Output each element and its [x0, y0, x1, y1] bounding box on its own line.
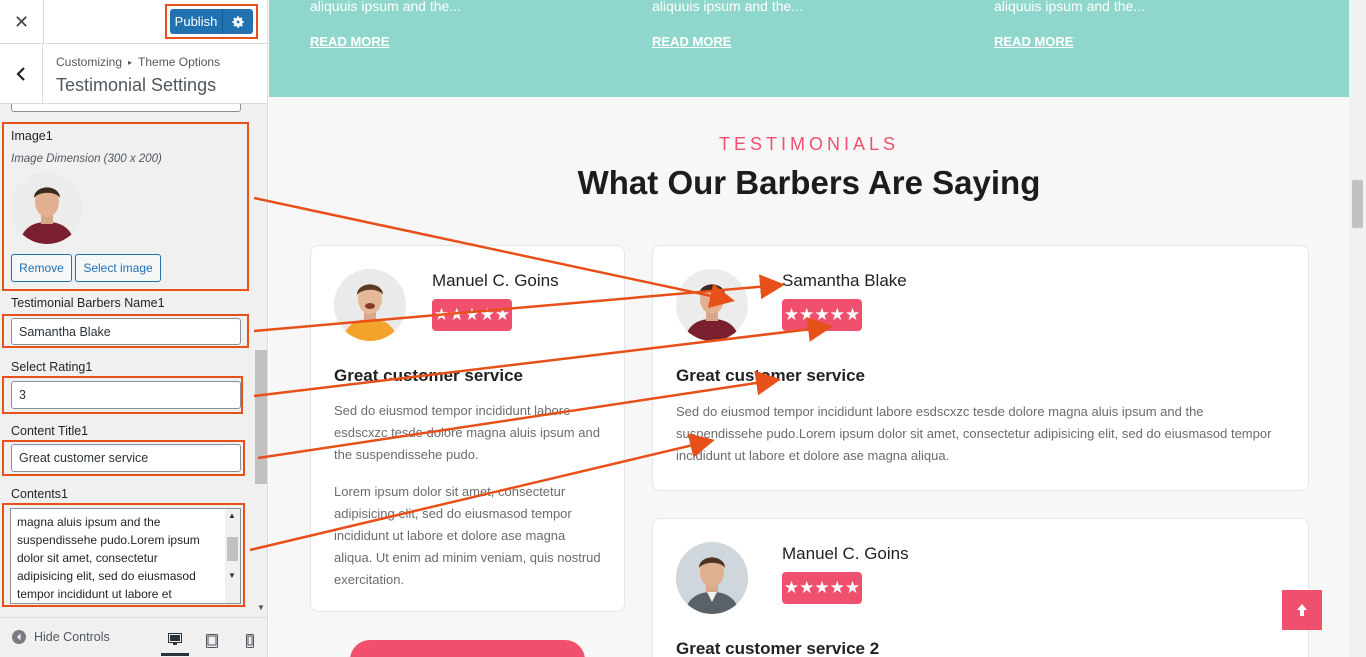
testimonial-body: Sed do eiusmod tempor incididunt labore …	[676, 404, 1272, 463]
breadcrumb-root: Customizing	[56, 55, 123, 69]
hide-controls-button[interactable]: Hide Controls	[12, 630, 110, 644]
testimonial-body: Lorem ipsum dolor sit amet, consectetur …	[334, 484, 601, 587]
sidebar-scrollbar[interactable]: ▼	[254, 104, 267, 616]
testimonial-name: Manuel C. Goins	[782, 544, 909, 563]
rating-stars: ★★★★★	[782, 299, 862, 331]
name-label: Testimonial Barbers Name1	[11, 296, 165, 310]
read-more-link[interactable]: READ MORE	[310, 34, 389, 49]
testimonial-card: Manuel C. Goins ★★★★★ Great customer ser…	[310, 245, 625, 612]
breadcrumb-parent: Theme Options	[138, 55, 221, 69]
content-title-label: Content Title1	[11, 424, 89, 438]
barber-name-input[interactable]: Samantha Blake	[11, 318, 241, 345]
customizer-footer: Hide Controls	[0, 617, 267, 657]
section-title: Testimonial Settings	[56, 75, 217, 95]
testimonial-title: Great customer service 2	[676, 639, 880, 657]
testimonial-card: Samantha Blake ★★★★★ Great customer serv…	[652, 245, 1309, 491]
testimonial-name: Manuel C. Goins	[432, 271, 559, 290]
controls-panel: Image1 Image Dimension (300 x 200) Remov…	[0, 104, 267, 616]
testimonial-title: Great customer service	[676, 366, 865, 385]
close-customizer-button[interactable]: ✕	[0, 0, 44, 44]
publish-highlight: Publish	[165, 4, 258, 39]
image-label: Image1	[11, 129, 53, 143]
previous-input[interactable]	[11, 104, 241, 112]
site-preview: aliquuis ipsum and the... aliquuis ipsum…	[269, 0, 1349, 657]
publish-label[interactable]: Publish	[170, 9, 223, 34]
rating-stars: ★★★★★	[432, 299, 512, 331]
rating-stars: ★★★★★	[782, 572, 862, 604]
customizer-header: ✕ Publish	[0, 0, 267, 44]
close-icon: ✕	[13, 11, 30, 32]
post-excerpt: aliquuis ipsum and the...	[310, 0, 461, 14]
textarea-scrollbar[interactable]: ▲ ▼	[225, 509, 240, 603]
scroll-down-icon[interactable]: ▼	[228, 571, 236, 580]
page-scrollbar[interactable]	[1349, 0, 1366, 657]
content-title-input[interactable]: Great customer service	[11, 444, 241, 472]
testimonial-image-thumbnail	[11, 172, 83, 244]
scroll-down-icon[interactable]: ▼	[257, 603, 265, 612]
page-scroll-thumb[interactable]	[1352, 180, 1363, 228]
publish-button[interactable]: Publish	[170, 9, 253, 34]
scroll-up-icon[interactable]: ▲	[228, 511, 236, 520]
textarea-scroll-thumb[interactable]	[227, 537, 238, 561]
gear-icon[interactable]	[223, 9, 253, 34]
section-heading: What Our Barbers Are Saying	[577, 164, 1041, 201]
testimonial-card: Manuel C. Goins ★★★★★ Great customer ser…	[652, 518, 1309, 657]
breadcrumb: Customizing ▸ Theme Options	[56, 55, 220, 69]
testimonial-name: Samantha Blake	[782, 271, 907, 290]
mobile-preview-icon[interactable]	[236, 626, 264, 656]
breadcrumb-separator-icon: ▸	[128, 58, 133, 67]
image-dimension-note: Image Dimension (300 x 200)	[11, 153, 162, 165]
contents-textarea[interactable]: magna aluis ipsum and the suspendissehe …	[10, 508, 241, 604]
testimonial-avatar	[334, 269, 406, 341]
section-kicker: TESTIMONIALS	[718, 134, 900, 154]
testimonial-avatar	[676, 269, 748, 341]
read-more-link[interactable]: READ MORE	[994, 34, 1073, 49]
back-button[interactable]	[0, 44, 43, 104]
customizer-sidebar: ✕ Publish Customizing ▸ Theme Options Test…	[0, 0, 268, 657]
tablet-preview-icon[interactable]	[198, 626, 226, 656]
select-image-button[interactable]: Select image	[75, 254, 161, 282]
contents-text: magna aluis ipsum and the suspendissehe …	[17, 515, 200, 601]
rating-label: Select Rating1	[11, 360, 93, 374]
chevron-left-icon	[16, 67, 25, 81]
scroll-to-top-button[interactable]	[1282, 590, 1322, 630]
arrow-up-icon	[1297, 604, 1307, 616]
section-header: Customizing ▸ Theme Options Testimonial Se…	[0, 44, 267, 104]
sidebar-scroll-thumb[interactable]	[255, 350, 267, 484]
testimonial-avatar	[676, 542, 748, 614]
rating-select[interactable]: 3	[11, 381, 241, 409]
blog-section: aliquuis ipsum and the... aliquuis ipsum…	[269, 0, 1349, 97]
collapse-icon	[12, 630, 26, 644]
testimonial-body: Sed do eiusmod tempor incididunt labore …	[334, 403, 600, 462]
hide-controls-label: Hide Controls	[34, 630, 110, 644]
desktop-preview-icon[interactable]	[161, 626, 189, 656]
testimonial-title: Great customer service	[334, 366, 523, 385]
contents-label: Contents1	[11, 487, 68, 501]
remove-image-button[interactable]: Remove	[11, 254, 72, 282]
post-excerpt: aliquuis ipsum and the...	[994, 0, 1145, 14]
cta-button[interactable]	[350, 640, 585, 657]
read-more-link[interactable]: READ MORE	[652, 34, 731, 49]
post-excerpt: aliquuis ipsum and the...	[652, 0, 803, 14]
